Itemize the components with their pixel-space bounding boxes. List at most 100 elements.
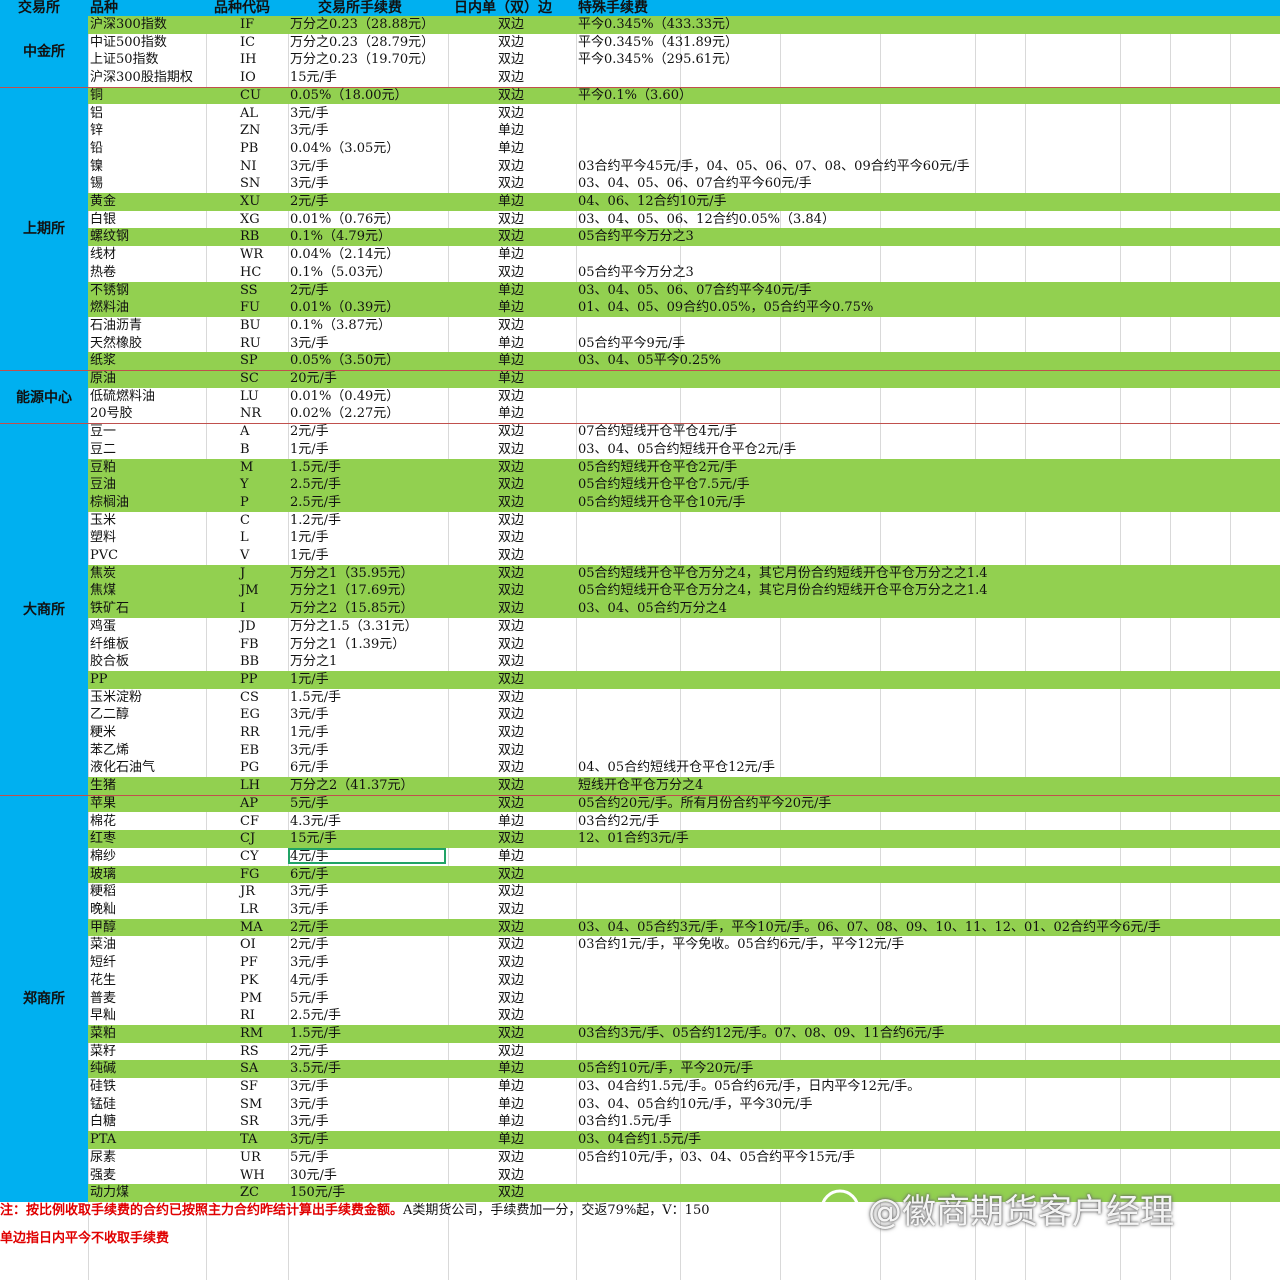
cell-fee[interactable]: 1.5元/手: [290, 1025, 341, 1043]
cell-side[interactable]: 单边: [498, 1060, 524, 1078]
table-row[interactable]: 热卷 HC 0.1%（5.03元） 双边 05合约平今万分之3: [88, 264, 1280, 282]
cell-side[interactable]: 双边: [498, 724, 524, 742]
cell-side[interactable]: 双边: [498, 671, 524, 689]
cell-side[interactable]: 双边: [498, 954, 524, 972]
cell-code[interactable]: A: [240, 423, 249, 441]
cell-side[interactable]: 单边: [498, 1096, 524, 1114]
cell-name[interactable]: 胶合板: [90, 653, 129, 671]
exchange-label[interactable]: 郑商所: [0, 794, 88, 1202]
cell-name[interactable]: 粳稻: [90, 883, 116, 901]
cell-fee[interactable]: 20元/手: [290, 370, 337, 388]
cell-special[interactable]: 03、04合约1.5元/手: [578, 1131, 701, 1149]
cell-name[interactable]: 白银: [90, 211, 116, 229]
table-row[interactable]: 胶合板 BB 万分之1 双边: [88, 653, 1280, 671]
cell-code[interactable]: EB: [240, 742, 259, 760]
table-row[interactable]: 锰硅 SM 3元/手 单边 03、04、05合约10元/手，平今30元/手: [88, 1096, 1280, 1114]
cell-name[interactable]: 20号胶: [90, 405, 133, 423]
cell-fee[interactable]: 2.5元/手: [290, 476, 341, 494]
cell-code[interactable]: SR: [240, 1113, 259, 1131]
cell-side[interactable]: 单边: [498, 370, 524, 388]
cell-code[interactable]: FU: [240, 299, 260, 317]
cell-name[interactable]: 锰硅: [90, 1096, 116, 1114]
cell-name[interactable]: 硅铁: [90, 1078, 116, 1096]
cell-code[interactable]: NI: [240, 158, 257, 176]
table-row[interactable]: 白银 XG 0.01%（0.76元） 双边 03、04、05、06、12合约0.05%（…: [88, 211, 1280, 229]
cell-side[interactable]: 双边: [498, 1149, 524, 1167]
cell-side[interactable]: 单边: [498, 282, 524, 300]
cell-name[interactable]: PTA: [90, 1131, 116, 1149]
cell-special[interactable]: 平今0.1%（3.60）: [578, 87, 692, 105]
cell-code[interactable]: ZC: [240, 1184, 259, 1202]
cell-name[interactable]: 棉花: [90, 813, 116, 831]
cell-code[interactable]: IF: [240, 16, 254, 34]
cell-side[interactable]: 单边: [498, 335, 524, 353]
cell-name[interactable]: 玉米: [90, 512, 116, 530]
cell-side[interactable]: 双边: [498, 759, 524, 777]
table-row[interactable]: 甲醇 MA 2元/手 双边 03、04、05合约3元/手，平今10元/手。06、07、0…: [88, 918, 1280, 937]
cell-special[interactable]: 平今0.345%（431.89元）: [578, 34, 738, 52]
cell-fee[interactable]: 2.5元/手: [290, 1007, 341, 1025]
table-row[interactable]: 短纤 PF 3元/手 双边: [88, 954, 1280, 972]
cell-side[interactable]: 双边: [498, 16, 524, 34]
cell-name[interactable]: 燃料油: [90, 299, 129, 317]
cell-name[interactable]: 沪深300指数: [90, 16, 167, 34]
cell-side[interactable]: 双边: [498, 34, 524, 52]
cell-side[interactable]: 双边: [498, 388, 524, 406]
cell-fee[interactable]: 0.04%（3.05元）: [290, 140, 399, 158]
cell-fee[interactable]: 3元/手: [290, 742, 329, 760]
cell-side[interactable]: 双边: [498, 512, 524, 530]
cell-fee[interactable]: 3元/手: [290, 706, 329, 724]
table-row[interactable]: PVC V 1元/手 双边: [88, 547, 1280, 565]
footnote-2[interactable]: 单边指日内平今不收取手续费: [0, 1229, 169, 1249]
cell-fee[interactable]: 0.02%（2.27元）: [290, 405, 399, 423]
cell-name[interactable]: 菜油: [90, 936, 116, 954]
cell-name[interactable]: 焦煤: [90, 582, 116, 600]
cell-special[interactable]: 12、01合约3元/手: [578, 830, 689, 848]
cell-special[interactable]: 05合约短线开仓平仓万分之4，其它月份合约短线开仓平仓万分之之1.4: [578, 565, 988, 583]
cell-code[interactable]: PK: [240, 972, 258, 990]
cell-code[interactable]: I: [240, 600, 245, 618]
cell-name[interactable]: 液化石油气: [90, 759, 155, 777]
cell-code[interactable]: J: [240, 565, 245, 583]
table-row[interactable]: 豆粕 M 1.5元/手 双边 05合约短线开仓平仓2元/手: [88, 458, 1280, 477]
table-row[interactable]: 纸浆 SP 0.05%（3.50元） 单边 03、04、05平今0.25%: [88, 352, 1280, 370]
cell-side[interactable]: 双边: [498, 565, 524, 583]
table-row[interactable]: 中证500指数 IC 万分之0.23（28.79元） 双边 平今0.345%（431.8…: [88, 34, 1280, 52]
cell-side[interactable]: 双边: [498, 87, 524, 105]
table-row[interactable]: PTA TA 3元/手 单边 03、04合约1.5元/手: [88, 1131, 1280, 1149]
cell-special[interactable]: 04、05合约短线开仓平仓12元/手: [578, 759, 775, 777]
cell-name[interactable]: 豆二: [90, 441, 116, 459]
cell-code[interactable]: CY: [240, 848, 259, 866]
cell-fee[interactable]: 3元/手: [290, 883, 329, 901]
cell-side[interactable]: 双边: [498, 1043, 524, 1061]
table-row[interactable]: 晚籼 LR 3元/手 双边: [88, 901, 1280, 919]
cell-side[interactable]: 双边: [498, 636, 524, 654]
cell-side[interactable]: 双边: [498, 1167, 524, 1185]
cell-name[interactable]: 石油沥青: [90, 317, 142, 335]
cell-fee[interactable]: 0.1%（4.79元）: [290, 228, 391, 246]
cell-code[interactable]: B: [240, 441, 250, 459]
table-row[interactable]: PP PP 1元/手 双边: [88, 670, 1280, 689]
cell-special[interactable]: 平今0.345%（433.33元）: [578, 16, 738, 34]
exchange-label[interactable]: 大商所: [0, 423, 88, 795]
table-row[interactable]: 上证50指数 IH 万分之0.23（19.70元） 双边 平今0.345%（295.61…: [88, 51, 1280, 69]
cell-fee[interactable]: 万分之1.5（3.31元）: [290, 618, 418, 636]
table-row[interactable]: 锌 ZN 3元/手 单边: [88, 122, 1280, 140]
cell-fee[interactable]: 150元/手: [290, 1184, 345, 1202]
cell-special[interactable]: 05合约10元/手，平今20元/手: [578, 1060, 753, 1078]
cell-special[interactable]: 03、04、05合约3元/手，平今10元/手。06、07、08、09、10、11…: [578, 919, 1161, 937]
cell-code[interactable]: CS: [240, 689, 259, 707]
cell-code[interactable]: JR: [240, 883, 255, 901]
exchange-label[interactable]: 上期所: [0, 86, 88, 370]
cell-side[interactable]: 单边: [498, 299, 524, 317]
table-row[interactable]: 沪深300指数 IF 万分之0.23（28.88元） 双边 平今0.345%（433.3…: [88, 16, 1280, 34]
cell-name[interactable]: 动力煤: [90, 1184, 129, 1202]
cell-code[interactable]: IC: [240, 34, 255, 52]
cell-name[interactable]: 生猪: [90, 777, 116, 795]
cell-code[interactable]: PB: [240, 140, 258, 158]
cell-fee[interactable]: 3元/手: [290, 158, 329, 176]
cell-side[interactable]: 双边: [498, 777, 524, 795]
cell-name[interactable]: 天然橡胶: [90, 335, 142, 353]
cell-name[interactable]: 镍: [90, 158, 103, 176]
cell-special[interactable]: 03、04、05合约短线开仓平仓2元/手: [578, 441, 796, 459]
